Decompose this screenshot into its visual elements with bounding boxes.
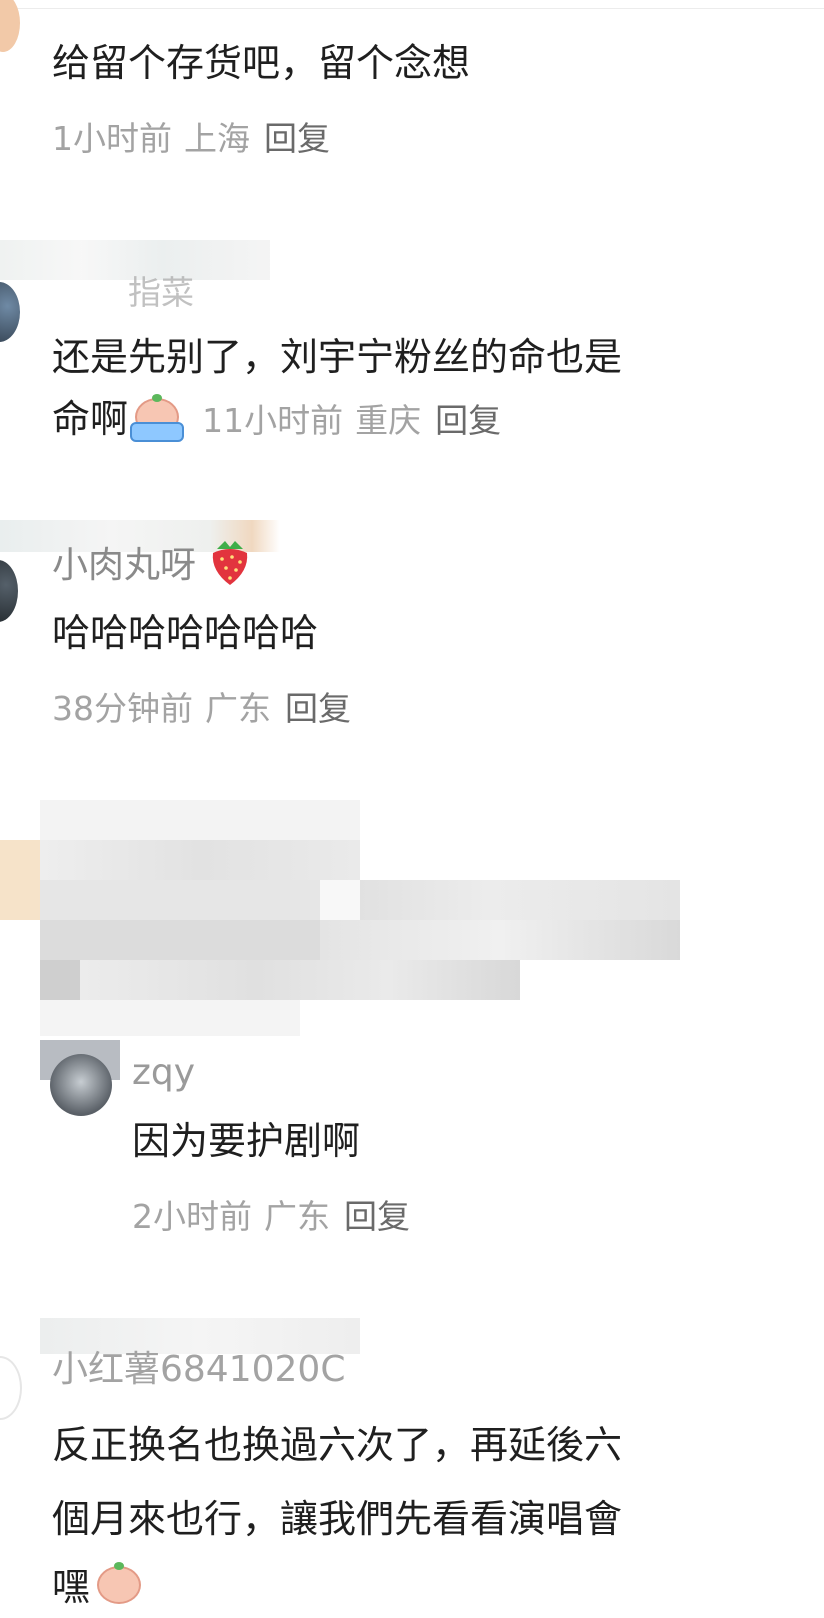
- comment-text: 反正换名也换過六次了，再延後六: [52, 1423, 623, 1467]
- comment-text: 给留个存货吧，留个念想: [52, 41, 471, 85]
- reply-meta: 2小时前 广东 回复: [132, 1190, 410, 1238]
- strawberry-emoji: [213, 541, 248, 585]
- comment-time: 11小时前: [202, 401, 344, 440]
- avatar[interactable]: [0, 282, 20, 342]
- reply-button[interactable]: 回复: [285, 689, 351, 728]
- comment-text: 個月來也行，讓我們先看看演唱會: [52, 1497, 623, 1541]
- comment-location: 广东: [205, 689, 271, 728]
- peach-emoji: [92, 1562, 142, 1608]
- comment-text: 命啊: [52, 397, 129, 441]
- username[interactable]: 小红薯6841020C: [52, 1340, 345, 1392]
- avatar[interactable]: [0, 560, 18, 622]
- crying-peach-emoji: [130, 394, 185, 442]
- comment-location: 重庆: [355, 401, 422, 440]
- comment-meta: 1小时前 上海 回复: [52, 112, 330, 160]
- avatar[interactable]: [0, 1356, 22, 1420]
- username[interactable]: zqy: [132, 1052, 195, 1093]
- username[interactable]: 小肉丸呀: [52, 536, 253, 588]
- top-divider: [0, 8, 824, 9]
- comment-location: 上海: [184, 119, 250, 158]
- reply-button[interactable]: 回复: [264, 119, 330, 158]
- comment-time: 1小时前: [52, 119, 172, 158]
- reply-button[interactable]: 回复: [344, 1197, 410, 1236]
- avatar[interactable]: [0, 0, 20, 52]
- comment-time: 2小时前: [132, 1197, 252, 1236]
- comment-text: 还是先别了，刘宇宁粉丝的命也是: [52, 335, 623, 379]
- comment-text-line3: 嘿: [52, 1556, 144, 1618]
- comment-location: 广东: [264, 1197, 330, 1236]
- username-text: 小肉丸呀: [52, 545, 197, 586]
- comment-text: 嘿: [52, 1565, 91, 1609]
- comment-meta: 38分钟前 广东 回复: [52, 682, 351, 730]
- reply-text: 因为要护剧啊: [132, 1119, 361, 1163]
- comment-time: 38分钟前: [52, 689, 193, 728]
- avatar[interactable]: [50, 1054, 112, 1116]
- comment-text-line2: 命啊 11小时前 重庆 回复: [52, 388, 501, 452]
- comment-text: 哈哈哈哈哈哈哈: [52, 611, 319, 655]
- username[interactable]: 指菜: [128, 266, 194, 314]
- reply-button[interactable]: 回复: [435, 401, 501, 440]
